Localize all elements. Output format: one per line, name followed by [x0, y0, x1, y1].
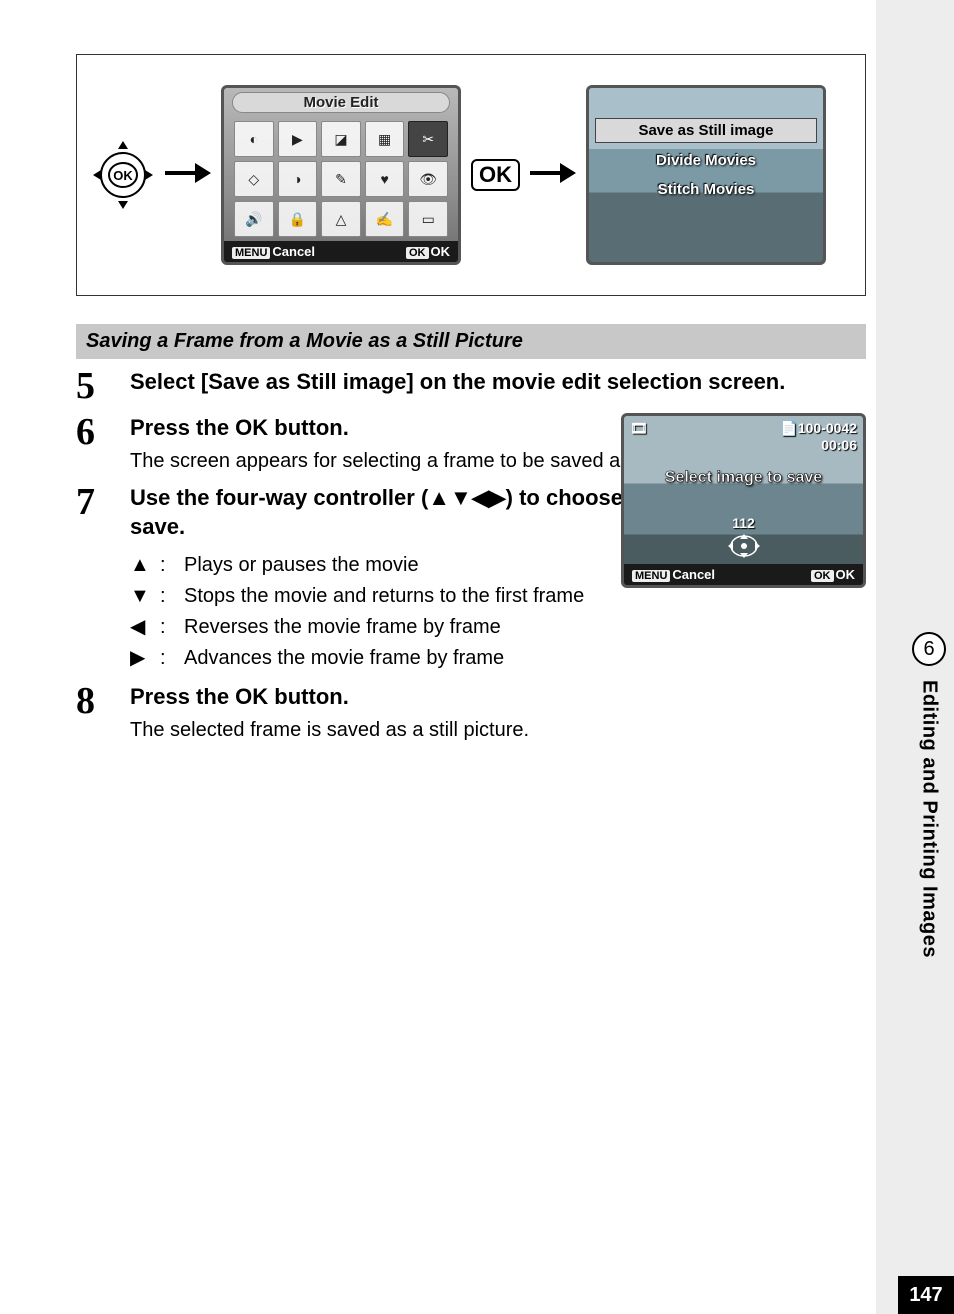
step-title: Select [Save as Still image] on the movi…	[130, 367, 866, 397]
grid-icon: ✍	[365, 201, 405, 237]
svg-text:OK: OK	[113, 168, 133, 183]
screen-footer: MENUCancel OKOK	[624, 564, 863, 585]
movie-edit-options-screen: Save as Still image Divide Movies Stitch…	[586, 85, 826, 265]
arrow-right-icon	[530, 158, 576, 193]
chapter-title: Editing and Printing Images	[918, 680, 941, 958]
grid-icon: △	[321, 201, 361, 237]
option-stitch: Stitch Movies	[589, 178, 823, 201]
dir-text: Advances the movie frame by frame	[184, 643, 504, 674]
down-arrow-icon: ▼	[130, 581, 160, 612]
grid-icon: 🔊	[234, 201, 274, 237]
ok-button-text: OK	[235, 415, 268, 440]
menu-chip: MENU	[232, 247, 270, 259]
dir-text: Reverses the movie frame by frame	[184, 612, 501, 643]
ok-label: OK	[836, 567, 856, 582]
grid-icon: ◇	[234, 161, 274, 197]
grid-icon: ✎	[321, 161, 361, 197]
right-arrow-icon: ▶	[130, 643, 160, 674]
dir-text: Plays or pauses the movie	[184, 550, 419, 581]
grid-icon: 🔒	[278, 201, 318, 237]
ok-chip: OK	[811, 570, 834, 582]
step-6: 6 Press the OK button. The screen appear…	[76, 413, 866, 475]
section-heading: Saving a Frame from a Movie as a Still P…	[76, 324, 866, 359]
left-arrow-icon: ◀	[130, 612, 160, 643]
grid-icon: ▦	[365, 121, 405, 157]
step-5: 5 Select [Save as Still image] on the mo…	[76, 367, 866, 405]
flow-diagram: OK Movie Edit ◐ ▶ ◪ ▦ ✂ ◇ ◑ ✎ ♥	[76, 54, 866, 296]
grid-icon: ◐	[234, 121, 274, 157]
cancel-label: Cancel	[672, 567, 715, 582]
prompt-text: Select image to save	[624, 469, 863, 487]
grid-icon: ◑	[278, 161, 318, 197]
ok-button-text: OK	[235, 684, 268, 709]
up-arrow-icon: ▲	[130, 550, 160, 581]
step-8: 8 Press the OK button. The selected fram…	[76, 682, 866, 744]
step-number: 6	[76, 413, 112, 475]
page-content: OK Movie Edit ◐ ▶ ◪ ▦ ✂ ◇ ◑ ✎ ♥	[76, 54, 866, 744]
ok-label: OK	[431, 244, 451, 259]
page-number: 147	[898, 1276, 954, 1314]
step-title: Press the OK button.	[130, 682, 866, 712]
grid-icon-selected: ✂	[408, 121, 448, 157]
movie-icon: 🎞	[630, 420, 648, 453]
four-way-icon	[624, 533, 863, 564]
screen-footer: MENUCancel OKOK	[224, 241, 458, 262]
icon-grid: ◐ ▶ ◪ ▦ ✂ ◇ ◑ ✎ ♥ 👁 🔊 🔒 △ ✍ ▭	[224, 117, 458, 241]
dir-row: ◀:Reverses the movie frame by frame	[130, 612, 866, 643]
grid-icon: ◪	[321, 121, 361, 157]
elapsed-time: 00:06	[821, 437, 857, 453]
instruction-steps: 5 Select [Save as Still image] on the mo…	[76, 367, 866, 744]
option-divide: Divide Movies	[589, 149, 823, 172]
four-way-ok-icon: OK	[91, 139, 155, 211]
grid-icon: 👁	[408, 161, 448, 197]
ok-chip: OK	[406, 247, 429, 259]
file-number: 📄100-0042	[780, 420, 857, 436]
ok-button-icon: OK	[471, 159, 520, 191]
frame-number: 112	[624, 515, 863, 531]
step-number: 8	[76, 682, 112, 744]
screen-title: Movie Edit	[232, 92, 450, 113]
chapter-number: 6	[912, 632, 946, 666]
step-number: 7	[76, 483, 112, 674]
chapter-tab: 6 Editing and Printing Images	[904, 632, 954, 958]
step-description: The selected frame is saved as a still p…	[130, 716, 866, 744]
dir-text: Stops the movie and returns to the first…	[184, 581, 584, 612]
step-number: 5	[76, 367, 112, 405]
frame-select-screen: 🎞 📄100-0042 00:06 Select image to save 1…	[621, 413, 866, 588]
arrow-right-icon	[165, 158, 211, 193]
movie-edit-menu-screen: Movie Edit ◐ ▶ ◪ ▦ ✂ ◇ ◑ ✎ ♥ 👁 🔊 🔒 △ ✍ ▭…	[221, 85, 461, 265]
dir-row: ▶:Advances the movie frame by frame	[130, 643, 866, 674]
option-save-still: Save as Still image	[595, 118, 817, 143]
grid-icon: ▶	[278, 121, 318, 157]
grid-icon: ♥	[365, 161, 405, 197]
menu-chip: MENU	[632, 570, 670, 582]
cancel-label: Cancel	[272, 244, 315, 259]
grid-icon: ▭	[408, 201, 448, 237]
